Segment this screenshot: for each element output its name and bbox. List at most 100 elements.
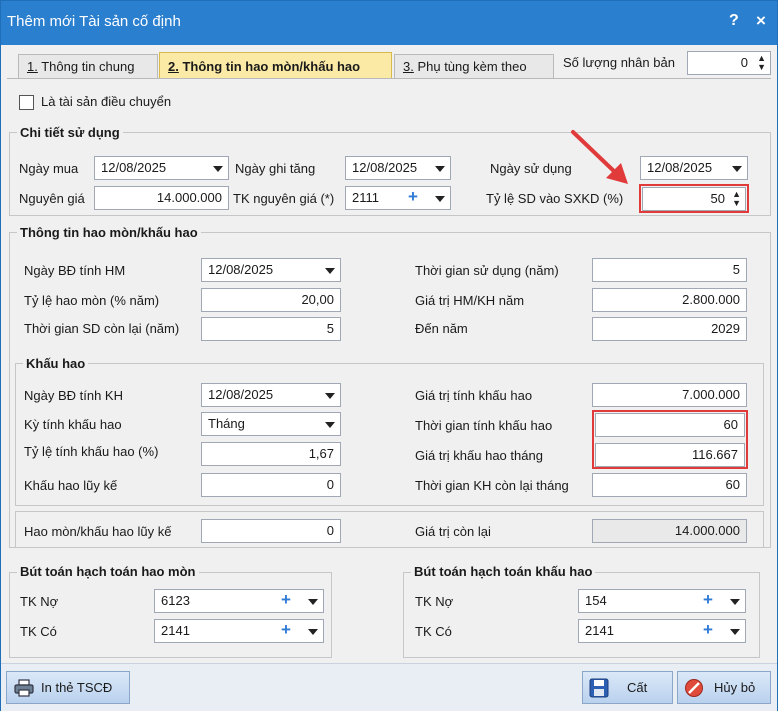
kh-entries-title: Bút toán hạch toán khấu hao xyxy=(411,564,596,579)
tab-general-number: 1. xyxy=(27,59,38,74)
use-years-value: 5 xyxy=(732,262,740,277)
chevron-down-icon[interactable] xyxy=(308,599,318,605)
plus-icon[interactable]: + xyxy=(281,620,291,641)
close-button[interactable]: × xyxy=(756,11,766,31)
kh-value-value: 7.000.000 xyxy=(682,387,740,402)
kh-remaining-value: 60 xyxy=(725,477,740,492)
clone-count-input[interactable]: 0 ▲ ▼ xyxy=(687,51,771,75)
cost-account-input[interactable]: 2111 + xyxy=(345,186,451,210)
kh-start-label: Ngày BĐ tính KH xyxy=(24,388,123,403)
chevron-down-icon[interactable] xyxy=(325,422,335,428)
chevron-down-icon[interactable] xyxy=(308,629,318,635)
hm-credit-label: TK Có xyxy=(20,624,57,639)
record-date-value: 12/08/2025 xyxy=(352,160,418,175)
dialog-window: Thêm mới Tài sản cố định ? × 1. Thông ti… xyxy=(0,0,778,711)
chevron-down-icon[interactable] xyxy=(435,166,445,172)
print-card-button[interactable]: In thẻ TSCĐ xyxy=(6,671,130,704)
hm-rate-input[interactable]: 20,00 xyxy=(201,288,341,312)
save-button[interactable]: Cất xyxy=(582,671,673,704)
kh-start-value: 12/08/2025 xyxy=(208,387,274,402)
amortization-group-title: Khấu hao xyxy=(23,356,89,371)
tab-depreciation[interactable]: 2. Thông tin hao mòn/khấu hao xyxy=(159,52,392,79)
hm-debit-value: 6123 xyxy=(161,593,190,608)
hm-entries-group xyxy=(9,572,332,658)
hm-year-value-input[interactable]: 2.800.000 xyxy=(592,288,747,312)
period-value: Tháng xyxy=(208,416,245,431)
kh-start-input[interactable]: 12/08/2025 xyxy=(201,383,341,407)
use-years-label: Thời gian sử dụng (năm) xyxy=(415,263,559,278)
hm-rate-label: Tỷ lệ hao mòn (% năm) xyxy=(24,293,160,308)
cancel-label: Hủy bỏ xyxy=(714,680,756,695)
cancel-button[interactable]: Hủy bỏ xyxy=(677,671,771,704)
transfer-checkbox[interactable] xyxy=(19,95,34,110)
tab-accessories[interactable]: 3. Phụ tùng kèm theo xyxy=(394,54,554,78)
print-card-label: In thẻ TSCĐ xyxy=(41,680,113,695)
highlight-box xyxy=(592,410,748,469)
residual-input: 14.000.000 xyxy=(592,519,747,543)
use-date-value: 12/08/2025 xyxy=(647,160,713,175)
until-year-label: Đến năm xyxy=(415,321,468,336)
plus-icon[interactable]: + xyxy=(703,620,713,641)
total-accum-value: 0 xyxy=(326,523,334,538)
hm-start-input[interactable]: 12/08/2025 xyxy=(201,258,341,282)
chevron-down-icon[interactable] xyxy=(213,166,223,172)
remaining-years-input[interactable]: 5 xyxy=(201,317,341,341)
until-year-input[interactable]: 2029 xyxy=(592,317,747,341)
kh-entries-group xyxy=(403,572,760,658)
kh-credit-input[interactable]: 2141 + xyxy=(578,619,746,643)
remaining-years-value: 5 xyxy=(326,321,334,336)
kh-monthly-label: Giá trị khấu hao tháng xyxy=(415,448,543,463)
use-date-input[interactable]: 12/08/2025 xyxy=(640,156,748,180)
hm-year-value-label: Giá trị HM/KH năm xyxy=(415,293,525,308)
chevron-down-icon[interactable] xyxy=(435,196,445,202)
kh-remaining-label: Thời gian KH còn lại tháng xyxy=(415,478,569,493)
chevron-down-icon[interactable] xyxy=(730,599,740,605)
kh-value-input[interactable]: 7.000.000 xyxy=(592,383,747,407)
use-years-input[interactable]: 5 xyxy=(592,258,747,282)
chevron-down-icon[interactable] xyxy=(325,268,335,274)
usage-group-title: Chi tiết sử dụng xyxy=(17,125,123,140)
period-select[interactable]: Tháng xyxy=(201,412,341,436)
hm-debit-input[interactable]: 6123 + xyxy=(154,589,324,613)
hm-debit-label: TK Nợ xyxy=(20,594,59,609)
kh-debit-label: TK Nợ xyxy=(415,594,454,609)
plus-icon[interactable]: + xyxy=(281,590,291,611)
hm-credit-input[interactable]: 2141 + xyxy=(154,619,324,643)
tab-general[interactable]: 1. Thông tin chung xyxy=(18,54,158,78)
period-label: Kỳ tính khấu hao xyxy=(24,417,122,432)
help-button[interactable]: ? xyxy=(729,12,739,30)
hm-year-value-value: 2.800.000 xyxy=(682,292,740,307)
cost-input[interactable]: 14.000.000 xyxy=(94,186,229,210)
kh-months-label: Thời gian tính khấu hao xyxy=(415,418,553,433)
tab-depreciation-label: Thông tin hao mòn/khấu hao xyxy=(178,59,361,74)
hm-start-value: 12/08/2025 xyxy=(208,262,274,277)
chevron-down-icon[interactable] xyxy=(732,166,742,172)
clone-count-value: 0 xyxy=(740,55,748,70)
printer-icon xyxy=(14,679,34,697)
kh-remaining-input[interactable]: 60 xyxy=(592,473,747,497)
cost-account-label: TK nguyên giá (*) xyxy=(233,191,335,206)
window-title: Thêm mới Tài sản cố định xyxy=(7,13,181,30)
kh-debit-input[interactable]: 154 + xyxy=(578,589,746,613)
floppy-disk-icon xyxy=(589,678,609,698)
kh-rate-input[interactable]: 1,67 xyxy=(201,442,341,466)
spinner-icon[interactable]: ▲ ▼ xyxy=(757,54,766,72)
record-date-input[interactable]: 12/08/2025 xyxy=(345,156,451,180)
chevron-down-icon[interactable] xyxy=(730,629,740,635)
kh-credit-value: 2141 xyxy=(585,623,614,638)
plus-icon[interactable]: + xyxy=(408,187,418,208)
transfer-checkbox-label: Là tài sản điều chuyển xyxy=(41,94,172,109)
plus-icon[interactable]: + xyxy=(703,590,713,611)
use-date-label: Ngày sử dụng xyxy=(490,161,572,176)
tab-divider xyxy=(7,78,771,79)
hm-entries-title: Bút toán hạch toán hao mòn xyxy=(17,564,199,579)
accumulated-label: Khấu hao lũy kế xyxy=(24,478,118,493)
purchase-date-input[interactable]: 12/08/2025 xyxy=(94,156,229,180)
tab-accessories-label: Phụ tùng kèm theo xyxy=(413,59,527,74)
accumulated-input[interactable]: 0 xyxy=(201,473,341,497)
total-accum-label: Hao mòn/khấu hao lũy kế xyxy=(24,524,172,539)
chevron-down-icon[interactable] xyxy=(325,393,335,399)
total-accum-input[interactable]: 0 xyxy=(201,519,341,543)
purchase-date-value: 12/08/2025 xyxy=(101,160,167,175)
accumulated-value: 0 xyxy=(326,477,334,492)
